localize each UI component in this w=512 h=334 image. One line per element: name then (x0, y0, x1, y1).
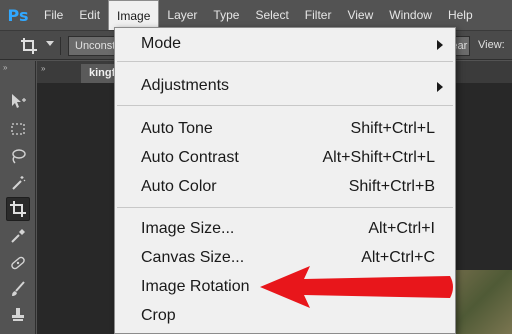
brush-tool-icon[interactable] (6, 277, 30, 301)
panel-grip-icon[interactable]: » (3, 63, 8, 72)
clone-stamp-tool-icon[interactable] (6, 303, 30, 327)
menu-item-mode[interactable]: Mode (115, 30, 455, 59)
menu-window[interactable]: Window (381, 0, 440, 30)
menu-file[interactable]: File (36, 0, 71, 30)
lasso-tool-icon[interactable] (6, 144, 30, 168)
divider (60, 37, 61, 55)
photoshop-logo: Ps (7, 5, 29, 25)
menu-separator (117, 105, 453, 106)
menu-separator (117, 61, 453, 62)
menu-image[interactable]: Image (108, 0, 160, 30)
move-tool-icon[interactable] (6, 89, 30, 113)
menu-view[interactable]: View (339, 0, 381, 30)
crop-tool-icon[interactable] (6, 197, 30, 221)
submenu-arrow-icon (437, 40, 443, 50)
menu-bar: Ps File Edit Image Layer Type Select Fil… (0, 0, 512, 30)
menu-type[interactable]: Type (205, 0, 247, 30)
menu-item-auto-color[interactable]: Auto Color Shift+Ctrl+B (115, 173, 455, 202)
menu-item-label: Auto Tone (141, 120, 213, 137)
annotation-arrow-icon (260, 266, 453, 308)
menu-item-label: Mode (141, 35, 182, 52)
menu-item-auto-tone[interactable]: Auto Tone Shift+Ctrl+L (115, 115, 455, 144)
menu-layer[interactable]: Layer (159, 0, 205, 30)
menu-edit[interactable]: Edit (71, 0, 108, 30)
menu-item-label: Crop (141, 307, 176, 324)
magic-wand-tool-icon[interactable] (6, 171, 30, 195)
menu-item-shortcut: Alt+Ctrl+I (368, 220, 435, 237)
menu-item-label: Image Rotation (141, 278, 250, 295)
menu-item-label: Canvas Size... (141, 249, 245, 266)
menu-item-label: Auto Color (141, 178, 217, 195)
panel-grip-icon[interactable]: » (41, 64, 45, 73)
eyedropper-tool-icon[interactable] (6, 224, 30, 248)
view-label: View: (478, 39, 505, 51)
menu-item-label: Auto Contrast (141, 149, 239, 166)
menu-item-image-size[interactable]: Image Size... Alt+Ctrl+I (115, 215, 455, 244)
menu-item-label: Adjustments (141, 77, 230, 94)
healing-brush-tool-icon[interactable] (6, 251, 30, 275)
menu-help[interactable]: Help (440, 0, 481, 30)
menu-filter[interactable]: Filter (297, 0, 340, 30)
menu-item-label: Image Size... (141, 220, 235, 237)
submenu-arrow-icon (437, 82, 443, 92)
menu-item-shortcut: Shift+Ctrl+B (348, 178, 435, 195)
marquee-tool-icon[interactable] (6, 117, 30, 141)
tools-panel: » (0, 61, 36, 334)
canvas-image (456, 270, 512, 334)
chevron-down-icon[interactable] (46, 41, 54, 46)
menu-select[interactable]: Select (247, 0, 296, 30)
crop-preset-icon[interactable] (20, 37, 42, 55)
menu-item-shortcut: Alt+Shift+Ctrl+L (322, 149, 436, 166)
menu-item-auto-contrast[interactable]: Auto Contrast Alt+Shift+Ctrl+L (115, 144, 455, 173)
menu-separator (117, 207, 453, 208)
menu-item-shortcut: Shift+Ctrl+L (350, 120, 435, 137)
menu-item-adjustments[interactable]: Adjustments (115, 72, 455, 101)
